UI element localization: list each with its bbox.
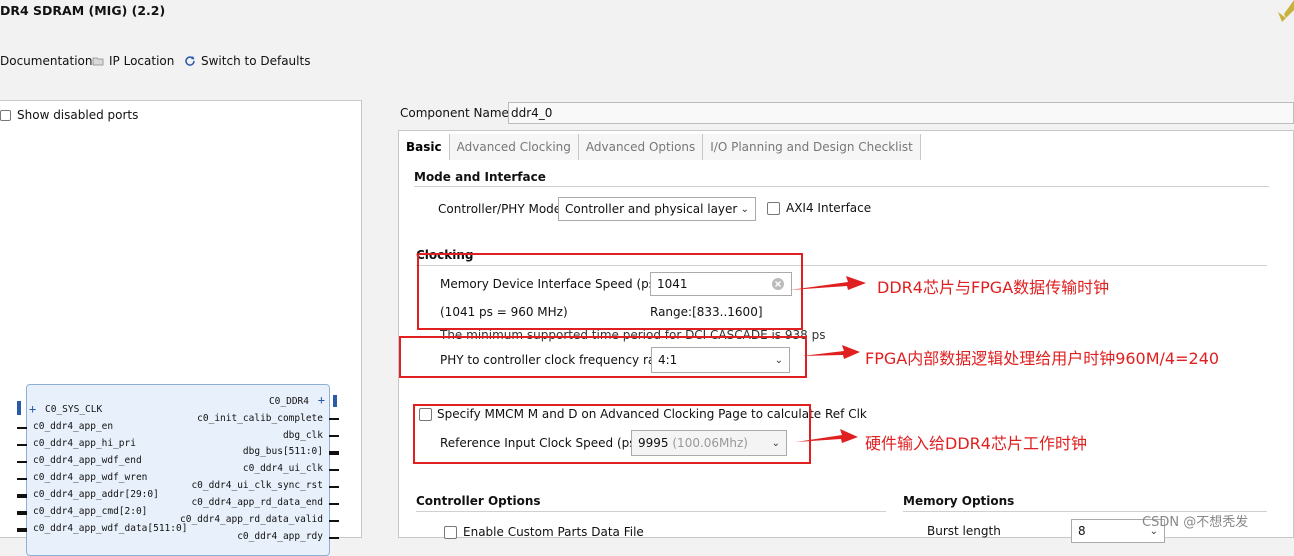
- sys-clk-bus-pin[interactable]: [17, 401, 21, 415]
- port-pin[interactable]: [329, 486, 339, 488]
- axi4-checkbox[interactable]: [767, 201, 780, 215]
- ddr4-bus-pin[interactable]: [333, 395, 337, 407]
- port-label: c0_ddr4_app_rdy: [237, 531, 323, 542]
- phy-mode-value: Controller and physical layer: [565, 202, 738, 216]
- port-label: dbg_clk: [282, 430, 323, 441]
- expand-plus-icon[interactable]: +: [29, 402, 36, 416]
- port-pin[interactable]: [17, 511, 27, 515]
- chevron-down-icon: ⌄: [740, 203, 749, 215]
- controller-section-title: Controller Options: [416, 494, 541, 508]
- tab-basic[interactable]: Basic: [399, 134, 450, 160]
- port-label: c0_ddr4_app_wdf_data[511:0]: [33, 523, 188, 534]
- port-pin[interactable]: [329, 469, 339, 471]
- memory-section-title: Memory Options: [903, 494, 1015, 508]
- switch-to-defaults-label: Switch to Defaults: [201, 54, 311, 68]
- burst-length-value: 8: [1078, 524, 1086, 538]
- axi4-option[interactable]: AXI4 Interface: [767, 201, 871, 215]
- annotation-box-speed: [417, 253, 803, 330]
- annotation-box-ratio: [399, 336, 807, 378]
- port-pin[interactable]: [329, 435, 339, 437]
- phy-mode-select[interactable]: Controller and physical layer ⌄: [558, 197, 756, 221]
- port-pin[interactable]: [329, 451, 339, 455]
- show-disabled-ports-option[interactable]: Show disabled ports: [0, 108, 138, 122]
- ddr4-ip-symbol[interactable]: + C0_SYS_CLK C0_DDR4 + c0_ddr4_app_en c0…: [17, 384, 339, 556]
- port-label: c0_init_calib_complete: [197, 413, 323, 424]
- refresh-icon: [185, 56, 195, 66]
- port-label: c0_ddr4_app_rd_data_end: [191, 497, 323, 508]
- port-label: c0_ddr4_app_rd_data_valid: [180, 514, 323, 525]
- show-disabled-ports-checkbox[interactable]: [0, 109, 11, 121]
- annotation-arrow-3: [796, 429, 858, 443]
- port-label: c0_ddr4_app_hi_pri: [33, 438, 136, 449]
- burst-length-label: Burst length: [927, 524, 1001, 538]
- xilinx-logo-icon: [1278, 0, 1294, 22]
- component-name-label: Component Name: [400, 106, 509, 120]
- port-label: c0_ddr4_ui_clk: [242, 463, 323, 474]
- documentation-button[interactable]: Documentation: [0, 54, 93, 68]
- show-disabled-ports-label: Show disabled ports: [17, 108, 139, 122]
- port-pin[interactable]: [17, 528, 27, 532]
- port-pin[interactable]: [17, 494, 27, 498]
- port-label: c0_ddr4_app_addr[29:0]: [33, 489, 159, 500]
- ip-location-button[interactable]: IP Location: [92, 54, 174, 68]
- port-label: dbg_bus[511:0]: [242, 446, 323, 457]
- port-pin[interactable]: [17, 461, 27, 463]
- tab-advanced-options[interactable]: Advanced Options: [578, 134, 704, 160]
- port-pin[interactable]: [329, 418, 339, 420]
- custom-parts-option[interactable]: Enable Custom Parts Data File: [444, 525, 644, 539]
- port-pin[interactable]: [329, 537, 339, 539]
- port-pin[interactable]: [329, 503, 339, 505]
- port-label: c0_ddr4_app_en: [33, 421, 114, 432]
- port-pin[interactable]: [17, 478, 27, 480]
- phy-mode-label: Controller/PHY Mode: [438, 202, 562, 216]
- documentation-label: Documentation: [0, 54, 93, 68]
- annotation-text-3: 硬件输入给DDR4芯片工作时钟: [865, 434, 1087, 453]
- mode-section-title: Mode and Interface: [414, 170, 546, 184]
- port-pin[interactable]: [17, 444, 27, 446]
- tab-io-planning[interactable]: I/O Planning and Design Checklist: [703, 134, 921, 160]
- annotation-text-1: DDR4芯片与FPGA数据传输时钟: [877, 278, 1110, 297]
- port-label: c0_ddr4_ui_clk_sync_rst: [191, 480, 323, 491]
- sys-clk-bus-label: C0_SYS_CLK: [45, 404, 103, 415]
- annotation-arrow-2: [802, 345, 860, 359]
- ddr4-bus-label: C0_DDR4: [268, 396, 309, 407]
- port-pin[interactable]: [329, 520, 339, 522]
- window-title: DR4 SDRAM (MIG) (2.2): [0, 3, 166, 18]
- ip-location-label: IP Location: [109, 54, 175, 68]
- divider: [414, 186, 1269, 187]
- divider: [416, 511, 886, 512]
- axi4-label: AXI4 Interface: [786, 201, 872, 215]
- port-label: c0_ddr4_app_wdf_wren: [33, 472, 148, 483]
- custom-parts-label: Enable Custom Parts Data File: [463, 525, 644, 539]
- tab-advanced-clocking[interactable]: Advanced Clocking: [449, 134, 579, 160]
- component-name-input[interactable]: ddr4_0: [508, 102, 1294, 124]
- annotation-box-refclk: [413, 404, 811, 464]
- config-tabs: Basic Advanced Clocking Advanced Options…: [399, 134, 921, 160]
- port-label: c0_ddr4_app_wdf_end: [33, 455, 142, 466]
- expand-plus-icon[interactable]: +: [318, 393, 325, 407]
- folder-icon: [92, 57, 104, 66]
- port-label: c0_ddr4_app_cmd[2:0]: [33, 506, 148, 517]
- annotation-arrow-1: [790, 276, 866, 290]
- port-pin[interactable]: [17, 427, 27, 429]
- watermark: CSDN @不想秃发: [1142, 515, 1249, 530]
- custom-parts-checkbox[interactable]: [444, 525, 457, 539]
- annotation-text-2: FPGA内部数据逻辑处理给用户时钟960M/4=240: [865, 349, 1220, 368]
- switch-to-defaults-button[interactable]: Switch to Defaults: [184, 54, 310, 68]
